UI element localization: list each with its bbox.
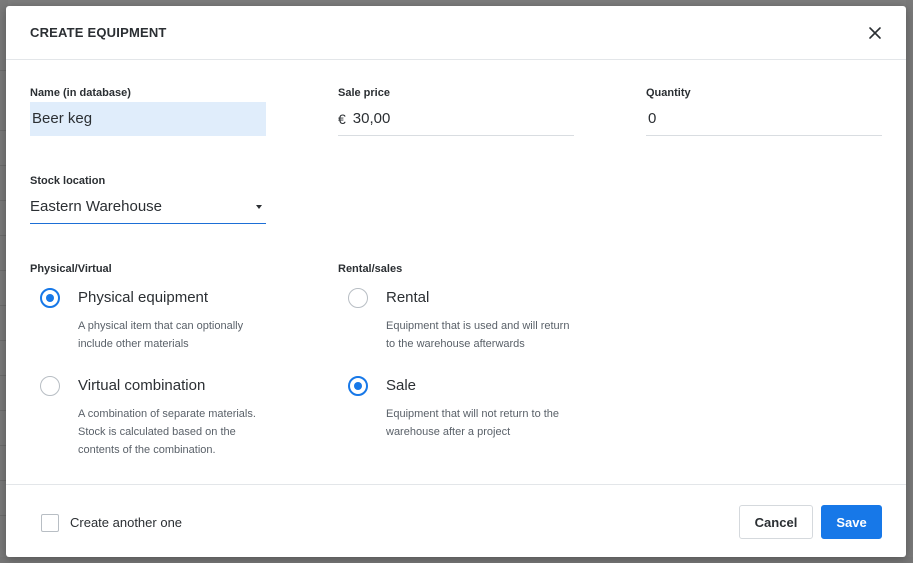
radio-label: Physical equipment xyxy=(78,289,209,306)
radio-description: Equipment that will not return to the wa… xyxy=(386,408,560,438)
dialog-footer: Create another one Cancel Save xyxy=(6,484,906,557)
radio-label: Virtual combination xyxy=(78,377,206,394)
radio-rental[interactable]: Rental Equipment that is used and will r… xyxy=(348,288,588,358)
radio-description: Equipment that is used and will return t… xyxy=(386,320,570,350)
sale-price-field: € xyxy=(338,102,574,136)
name-label: Name (in database) xyxy=(30,87,131,99)
dialog-title: CREATE EQUIPMENT xyxy=(30,25,167,40)
radio-checked-icon xyxy=(40,288,60,308)
stock-location-select[interactable]: Eastern Warehouse xyxy=(30,190,266,224)
radio-sale[interactable]: Sale Equipment that will not return to t… xyxy=(348,376,588,446)
quantity-input[interactable] xyxy=(646,102,882,136)
sale-price-label: Sale price xyxy=(338,87,390,99)
create-equipment-dialog: CREATE EQUIPMENT Name (in database) Sale… xyxy=(6,6,906,557)
sale-price-input[interactable] xyxy=(352,110,533,127)
radio-unchecked-icon xyxy=(348,288,368,308)
stock-location-value: Eastern Warehouse xyxy=(30,198,163,215)
radio-description: A physical item that can optionally incl… xyxy=(78,320,244,350)
radio-checked-icon xyxy=(348,376,368,396)
create-another-checkbox[interactable] xyxy=(41,514,59,532)
radio-label: Sale xyxy=(386,377,417,394)
close-button[interactable] xyxy=(864,22,886,44)
radio-description: A combination of separate materials. Sto… xyxy=(78,408,256,456)
stock-location-label: Stock location xyxy=(30,175,106,187)
background-right-edge xyxy=(906,0,913,563)
save-button[interactable]: Save xyxy=(821,505,882,539)
name-input[interactable] xyxy=(30,102,266,136)
caret-down-icon xyxy=(256,204,262,209)
radio-virtual-combination[interactable]: Virtual combination A combination of sep… xyxy=(40,376,280,466)
physical-virtual-label: Physical/Virtual xyxy=(30,263,112,275)
radio-unchecked-icon xyxy=(40,376,60,396)
currency-symbol: € xyxy=(338,110,346,127)
rental-sales-label: Rental/sales xyxy=(338,263,403,275)
radio-label: Rental xyxy=(386,289,430,306)
quantity-label: Quantity xyxy=(646,87,691,99)
dialog-header: CREATE EQUIPMENT xyxy=(6,6,906,60)
radio-physical-equipment[interactable]: Physical equipment A physical item that … xyxy=(40,288,280,358)
close-icon xyxy=(869,27,881,39)
create-another-label[interactable]: Create another one xyxy=(70,515,182,530)
background-bottom-edge xyxy=(0,557,913,563)
cancel-button[interactable]: Cancel xyxy=(739,505,813,539)
